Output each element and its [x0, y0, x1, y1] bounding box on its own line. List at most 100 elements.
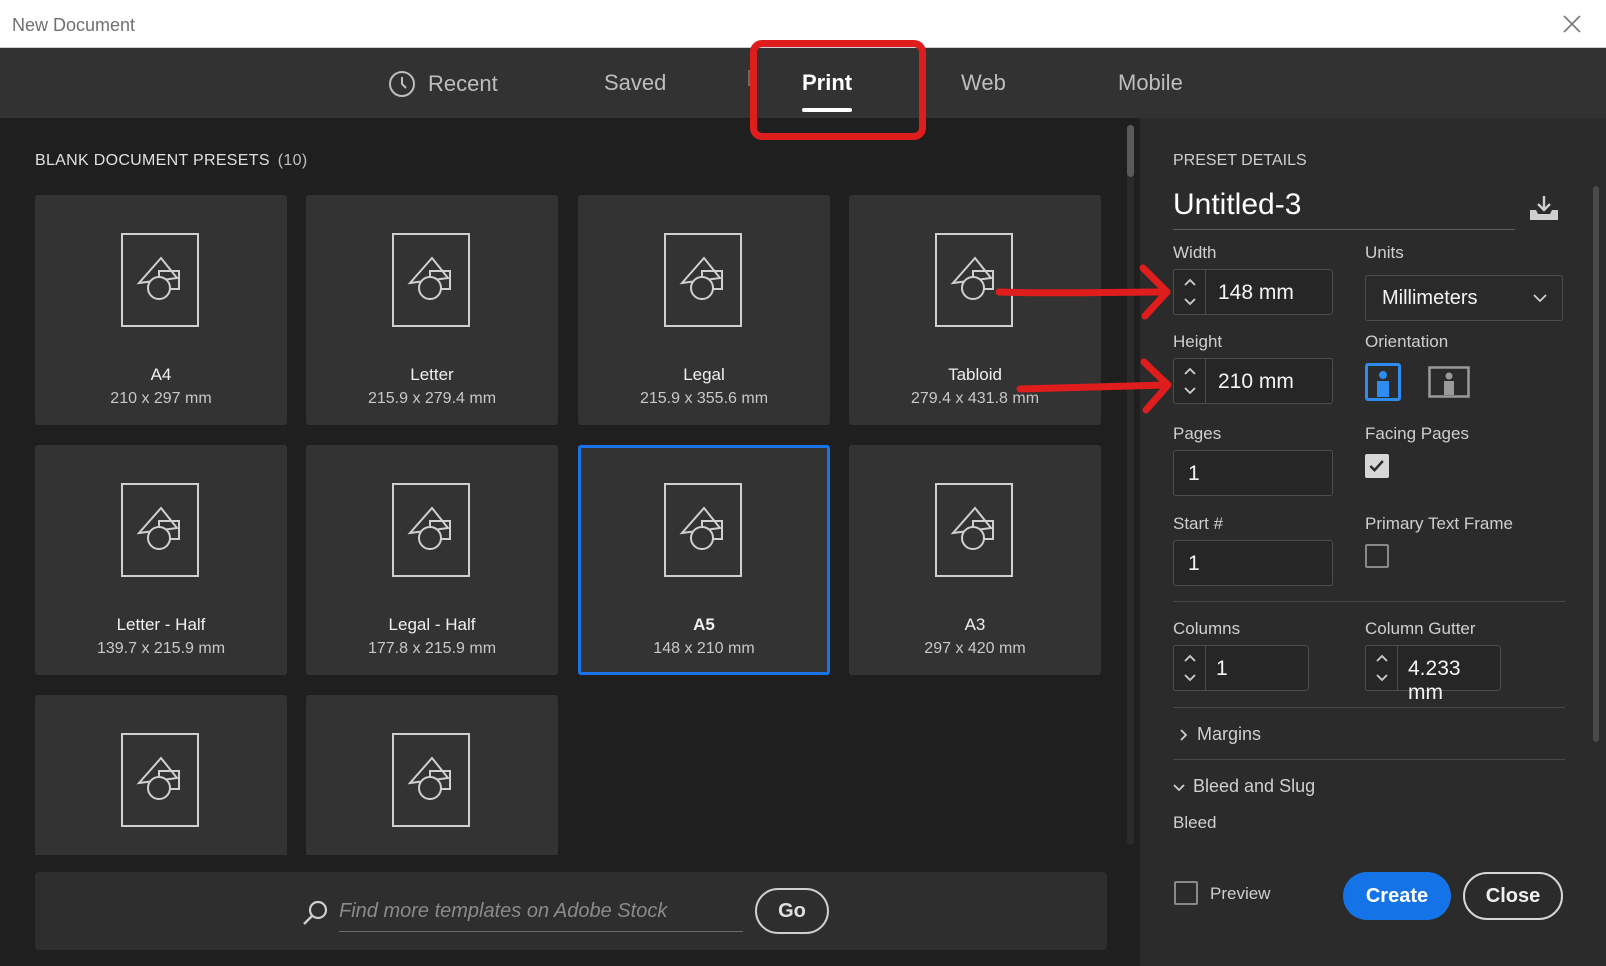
- preset-size: 148 x 210 mm: [653, 640, 755, 657]
- details-divider: [1173, 601, 1565, 602]
- presets-pane: BLANK DOCUMENT PRESETS (10) A4 210 x 297 …: [0, 118, 1140, 966]
- start-number-label: Start #: [1173, 514, 1224, 533]
- chevron-down-icon[interactable]: [1182, 672, 1198, 684]
- chevron-down-icon[interactable]: [1374, 672, 1390, 684]
- preset-card-9[interactable]: [35, 695, 287, 855]
- document-preset-icon: [121, 733, 199, 827]
- tab-recent[interactable]: Recent: [388, 70, 498, 98]
- close-button[interactable]: Close: [1463, 872, 1563, 920]
- units-value: Millimeters: [1382, 287, 1478, 309]
- document-preset-icon: [664, 483, 742, 577]
- document-preset-icon: [664, 233, 742, 327]
- chevron-down-icon: [1173, 783, 1185, 791]
- preset-card-legal-half[interactable]: Legal - Half 177.8 x 215.9 mm: [306, 445, 558, 675]
- details-divider: [1173, 759, 1565, 760]
- width-value: 148 mm: [1218, 281, 1294, 304]
- document-preset-icon: [935, 233, 1013, 327]
- preset-size: 215.9 x 355.6 mm: [639, 390, 769, 407]
- document-name-field[interactable]: Untitled-3: [1173, 188, 1515, 230]
- tab-web[interactable]: Web: [961, 70, 1006, 96]
- pages-field[interactable]: 1: [1173, 450, 1333, 496]
- tab-mobile[interactable]: Mobile: [1118, 70, 1183, 96]
- presets-title-text: BLANK DOCUMENT PRESETS: [35, 152, 270, 169]
- chevron-down-icon: [1533, 294, 1547, 303]
- preset-card-letter[interactable]: Letter 215.9 x 279.4 mm: [306, 195, 558, 425]
- tab-print[interactable]: Print: [802, 70, 853, 112]
- details-scrollbar[interactable]: [1593, 186, 1599, 742]
- preset-card-a5[interactable]: A5 148 x 210 mm: [578, 445, 830, 675]
- chevron-up-icon[interactable]: [1182, 276, 1198, 288]
- column-gutter-label: Column Gutter: [1365, 619, 1476, 638]
- preset-card-a4[interactable]: A4 210 x 297 mm: [35, 195, 287, 425]
- preset-card-tabloid[interactable]: Tabloid 279.4 x 431.8 mm: [849, 195, 1101, 425]
- chevron-up-icon[interactable]: [1374, 652, 1390, 664]
- start-number-value: 1: [1188, 552, 1200, 575]
- tab-separator: [748, 70, 750, 86]
- preset-name: Letter: [410, 365, 454, 384]
- preset-name: Legal - Half: [388, 615, 476, 634]
- preset-card-10[interactable]: [306, 695, 558, 855]
- preset-size: 279.4 x 431.8 mm: [910, 390, 1040, 407]
- column-gutter-value: 4.233 mm: [1408, 657, 1461, 704]
- tab-saved-label: Saved: [604, 70, 667, 95]
- landscape-orientation-icon[interactable]: [1428, 363, 1470, 401]
- title-bar: New Document: [0, 0, 1606, 48]
- columns-field[interactable]: 1: [1173, 645, 1309, 691]
- height-value: 210 mm: [1218, 370, 1294, 393]
- margins-section-toggle[interactable]: Margins: [1177, 724, 1261, 745]
- create-button[interactable]: Create: [1343, 872, 1451, 920]
- search-icon: [303, 900, 328, 925]
- start-number-field[interactable]: 1: [1173, 540, 1333, 586]
- facing-pages-checkbox[interactable]: [1365, 454, 1389, 478]
- tab-recent-label: Recent: [428, 71, 498, 96]
- bleed-slug-section-toggle[interactable]: Bleed and Slug: [1173, 776, 1315, 797]
- preset-size: 215.9 x 279.4 mm: [367, 390, 497, 407]
- preset-card-letter-half[interactable]: Letter - Half 139.7 x 215.9 mm: [35, 445, 287, 675]
- chevron-up-icon[interactable]: [1182, 365, 1198, 377]
- close-icon[interactable]: [1560, 12, 1584, 36]
- preset-name: A4: [150, 365, 172, 384]
- window-title: New Document: [12, 15, 136, 35]
- height-field[interactable]: 210 mm: [1173, 358, 1333, 404]
- preset-details-pane: PRESET DETAILS Untitled-3 Width 148 mm U…: [1140, 118, 1606, 966]
- presets-section-title: BLANK DOCUMENT PRESETS (10): [35, 152, 307, 170]
- active-tab-underline: [802, 108, 853, 112]
- units-dropdown[interactable]: Millimeters: [1365, 275, 1563, 321]
- save-preset-icon[interactable]: [1528, 194, 1560, 222]
- presets-scrollbar[interactable]: [1127, 125, 1134, 845]
- preset-size: 297 x 420 mm: [924, 640, 1026, 657]
- chevron-up-icon[interactable]: [1182, 652, 1198, 664]
- document-preset-icon: [392, 483, 470, 577]
- document-preset-icon: [121, 233, 199, 327]
- preset-card-legal[interactable]: Legal 215.9 x 355.6 mm: [578, 195, 830, 425]
- chevron-right-icon: [1180, 728, 1188, 741]
- portrait-orientation-icon[interactable]: [1365, 363, 1401, 401]
- width-field[interactable]: 148 mm: [1173, 269, 1333, 315]
- document-preset-icon: [392, 233, 470, 327]
- stock-search-bar: Find more templates on Adobe Stock Go: [35, 872, 1107, 950]
- primary-text-frame-checkbox[interactable]: [1365, 544, 1389, 568]
- clock-icon: [389, 71, 415, 97]
- columns-value: 1: [1216, 657, 1228, 680]
- preview-checkbox[interactable]: [1174, 881, 1198, 905]
- columns-stepper: [1174, 646, 1206, 690]
- columns-label: Columns: [1173, 619, 1241, 638]
- preset-details-title: PRESET DETAILS: [1173, 152, 1307, 169]
- column-gutter-field[interactable]: 4.233 mm: [1365, 645, 1501, 704]
- bleed-label: Bleed: [1173, 813, 1217, 832]
- tab-print-label: Print: [802, 70, 853, 95]
- chevron-down-icon[interactable]: [1182, 385, 1198, 397]
- scrollbar-thumb[interactable]: [1127, 125, 1134, 177]
- tab-saved[interactable]: Saved: [604, 70, 666, 96]
- chevron-down-icon[interactable]: [1182, 296, 1198, 308]
- preset-name: Legal: [683, 365, 725, 384]
- preview-label: Preview: [1210, 884, 1271, 903]
- go-button[interactable]: Go: [755, 888, 829, 934]
- stock-search-input[interactable]: Find more templates on Adobe Stock: [339, 894, 743, 932]
- preset-name: A5: [693, 615, 715, 634]
- details-divider: [1173, 707, 1565, 708]
- preset-card-a3[interactable]: A3 297 x 420 mm: [849, 445, 1101, 675]
- tab-web-label: Web: [961, 70, 1006, 95]
- bleed-slug-label: Bleed and Slug: [1193, 776, 1316, 796]
- preset-name: Letter - Half: [116, 615, 206, 634]
